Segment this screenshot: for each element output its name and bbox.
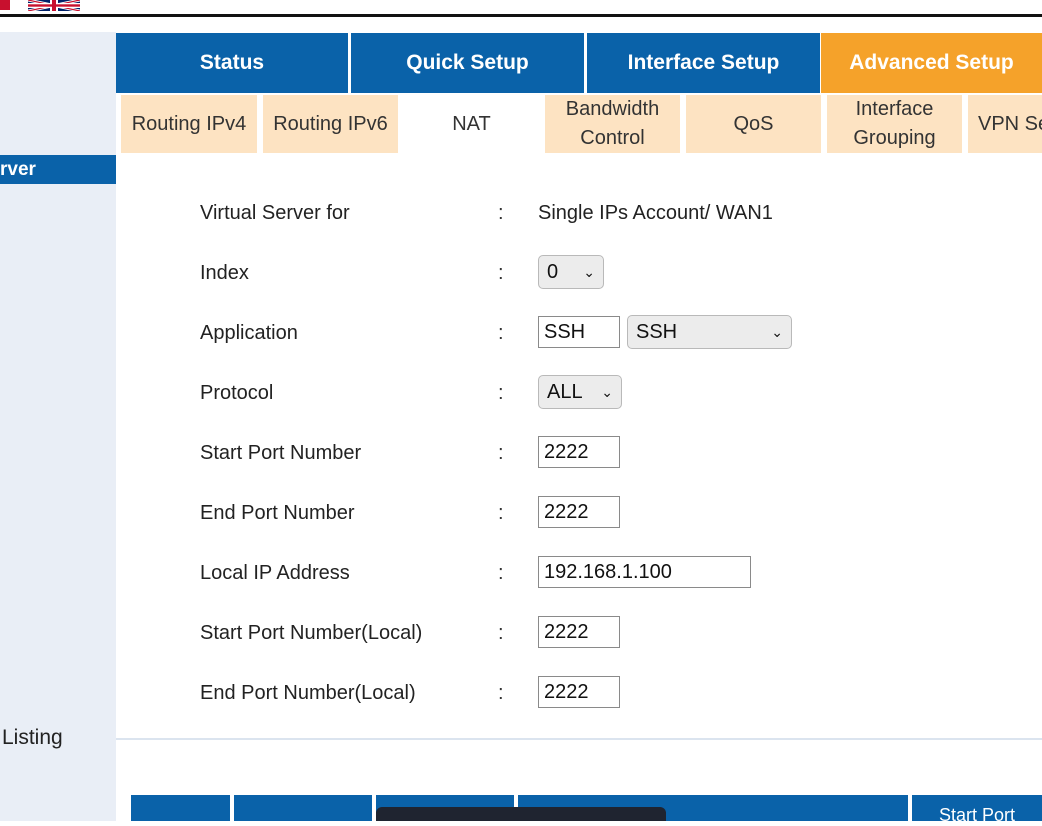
start-port-input[interactable]: 2222 [538, 436, 620, 468]
row-end-port-local: End Port Number(Local) : 2222 [200, 665, 1000, 725]
top-bar [0, 0, 1042, 14]
table-header-cell [234, 795, 372, 821]
header-divider [0, 14, 1042, 17]
colon: : [498, 622, 504, 644]
sidebar-item-virtual-server[interactable]: rver [0, 155, 116, 184]
subtab-vpn-setup[interactable]: VPN Se [968, 95, 1042, 153]
local-ip-input[interactable]: 192.168.1.100 [538, 556, 751, 588]
table-header-start-port: Start Port [912, 795, 1042, 825]
colon: : [498, 502, 504, 524]
row-virtual-server-for: Virtual Server for : Single IPs Account/… [200, 185, 1000, 245]
application-select[interactable]: SSH ⌄ [627, 315, 792, 349]
colon: : [498, 562, 504, 584]
row-application: Application : SSH SSH ⌄ [200, 305, 1000, 365]
field-label: Protocol [200, 382, 274, 404]
field-label: End Port Number [200, 502, 355, 524]
tab-status[interactable]: Status [116, 33, 348, 93]
field-label: Start Port Number(Local) [200, 622, 423, 644]
subtab-label: Control [580, 127, 645, 149]
field-label: Virtual Server for [200, 202, 350, 224]
sidebar-item-label: rver [0, 159, 36, 180]
colon: : [498, 682, 504, 704]
index-select-value: 0 [547, 261, 559, 283]
row-local-ip: Local IP Address : 192.168.1.100 [200, 545, 1000, 605]
chevron-down-icon: ⌄ [583, 264, 595, 280]
flag-fragment [0, 0, 10, 10]
start-port-local-input[interactable]: 2222 [538, 616, 620, 648]
field-label: Start Port Number [200, 442, 362, 464]
subtab-routing-ipv6[interactable]: Routing IPv6 [263, 95, 398, 153]
subtab-label: Grouping [853, 127, 936, 149]
application-select-value: SSH [636, 321, 678, 343]
row-start-port: Start Port Number : 2222 [200, 425, 1000, 485]
colon: : [498, 322, 504, 344]
field-label: Local IP Address [200, 562, 350, 584]
section-divider [116, 738, 1042, 740]
sidebar [0, 32, 116, 821]
subtab-qos[interactable]: QoS [686, 95, 821, 153]
subtab-interface-grouping[interactable]: Interface Grouping [827, 95, 962, 153]
field-label: Index [200, 262, 249, 284]
colon: : [498, 202, 504, 224]
subtab-label: Bandwidth [565, 98, 660, 120]
sub-tabs: Routing IPv4 Routing IPv6 NAT Bandwidth … [116, 93, 1042, 155]
row-protocol: Protocol : ALL ⌄ [200, 365, 1000, 425]
chevron-down-icon: ⌄ [601, 384, 613, 400]
row-index: Index : 0 ⌄ [200, 245, 1000, 305]
row-end-port: End Port Number : 2222 [200, 485, 1000, 545]
row-start-port-local: Start Port Number(Local) : 2222 [200, 605, 1000, 665]
tab-quick-setup[interactable]: Quick Setup [351, 33, 584, 93]
application-input[interactable]: SSH [538, 316, 620, 348]
floating-toolbar[interactable] [376, 807, 666, 821]
subtab-routing-ipv4[interactable]: Routing IPv4 [121, 95, 257, 153]
colon: : [498, 442, 504, 464]
uk-flag-icon[interactable] [28, 0, 80, 11]
protocol-select-value: ALL [547, 381, 583, 403]
field-label: End Port Number(Local) [200, 682, 416, 704]
subtab-label: Interface [855, 98, 934, 120]
end-port-local-input[interactable]: 2222 [538, 676, 620, 708]
table-header-cell [131, 795, 230, 821]
tab-advanced-setup[interactable]: Advanced Setup [821, 33, 1042, 93]
field-label: Application [200, 322, 298, 344]
chevron-down-icon: ⌄ [771, 324, 783, 340]
subtab-bandwidth-control[interactable]: Bandwidth Control [545, 95, 680, 153]
main-tabs: Status Quick Setup Interface Setup Advan… [116, 33, 1042, 93]
tab-interface-setup[interactable]: Interface Setup [587, 33, 820, 93]
end-port-input[interactable]: 2222 [538, 496, 620, 528]
virtual-server-value: Single IPs Account/ WAN1 [538, 202, 773, 224]
subtab-nat[interactable]: NAT [404, 95, 539, 153]
protocol-select[interactable]: ALL ⌄ [538, 375, 622, 409]
sidebar-item-listing[interactable]: Listing [2, 726, 63, 750]
colon: : [498, 382, 504, 404]
index-select[interactable]: 0 ⌄ [538, 255, 604, 289]
colon: : [498, 262, 504, 284]
